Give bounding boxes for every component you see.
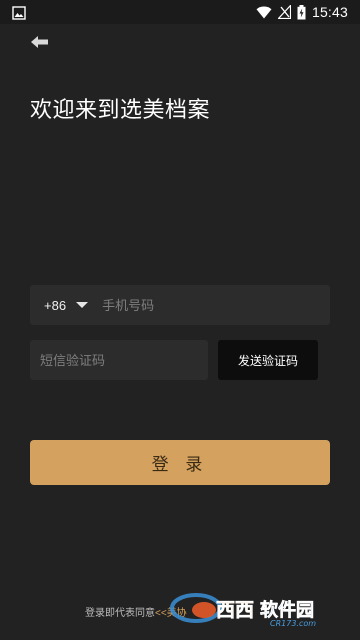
phone-field: +86 bbox=[30, 284, 330, 326]
status-icons: 15:43 bbox=[256, 3, 348, 21]
login-button[interactable]: 登 录 bbox=[30, 440, 330, 485]
agreement-link[interactable]: << bbox=[155, 608, 167, 619]
status-time: 15:43 bbox=[311, 4, 348, 20]
signal-icon bbox=[277, 5, 291, 19]
phone-input[interactable] bbox=[100, 284, 330, 326]
svg-text:西西: 西西 bbox=[216, 599, 254, 621]
svg-text:软件园: 软件园 bbox=[260, 599, 314, 621]
agreement-prefix: 登录即代表同意 bbox=[85, 608, 155, 619]
svg-text:CR173.com: CR173.com bbox=[270, 619, 316, 628]
sms-code-input[interactable] bbox=[30, 340, 208, 380]
watermark-logo: 西西 软件园 CR173.com bbox=[168, 592, 348, 628]
back-button[interactable] bbox=[30, 34, 50, 52]
battery-charging-icon bbox=[297, 4, 306, 20]
login-screen: 15:43 欢迎来到选美档案 +86 发送验证码 登 录 登录即代表同意<<美协… bbox=[0, 0, 360, 640]
wifi-icon bbox=[256, 6, 272, 19]
send-code-button[interactable]: 发送验证码 bbox=[218, 340, 318, 380]
chevron-down-icon[interactable] bbox=[76, 302, 89, 308]
country-code[interactable]: +86 bbox=[44, 298, 66, 313]
status-bar: 15:43 bbox=[0, 0, 360, 24]
arrow-left-icon bbox=[30, 34, 50, 53]
image-icon bbox=[12, 5, 26, 20]
page-title: 欢迎来到选美档案 bbox=[30, 97, 211, 122]
